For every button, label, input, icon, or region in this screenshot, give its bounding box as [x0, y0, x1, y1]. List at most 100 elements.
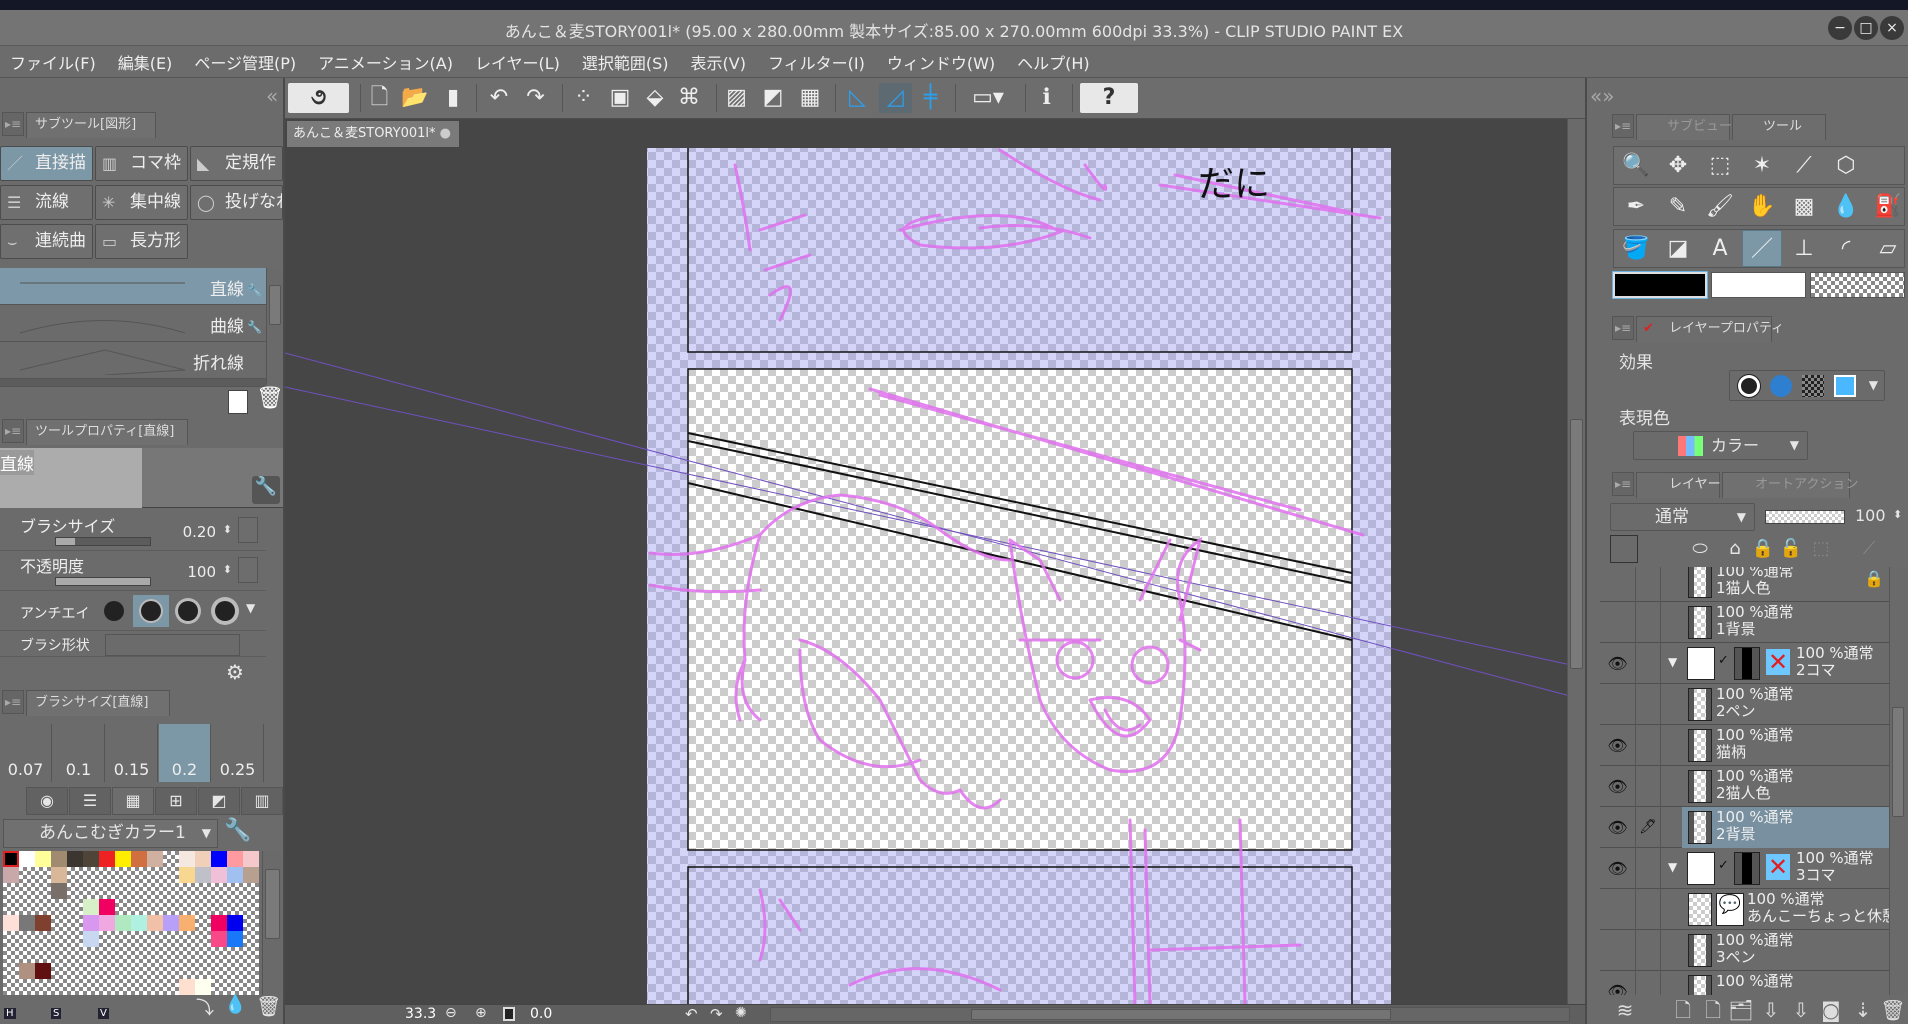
rotate-left-icon[interactable]: ↶ [685, 1005, 698, 1023]
panel-menu-icon[interactable]: ▸≡ [2, 419, 24, 443]
edit-target[interactable] [1636, 567, 1661, 602]
layer-opacity-value[interactable]: 100 [1855, 506, 1886, 525]
color-swatch[interactable] [211, 915, 227, 931]
visibility-toggle[interactable] [1600, 930, 1636, 971]
tab-color-wheel[interactable]: ◉ [26, 787, 68, 815]
tool-blend-icon[interactable]: ▩ [1784, 188, 1824, 225]
color-swatch[interactable] [83, 899, 99, 915]
color-swatch[interactable] [227, 915, 243, 931]
hsv-toggle-S[interactable]: S [51, 1008, 62, 1019]
delete-layer-icon[interactable]: 🗑 [1880, 997, 1906, 1023]
add-color-icon[interactable]: 💧 [224, 994, 246, 1015]
canvas-area[interactable]: だに [285, 119, 1585, 1004]
color-swatch[interactable] [163, 915, 179, 931]
edit-target[interactable] [1636, 684, 1661, 725]
scroll-thumb[interactable] [265, 869, 280, 939]
apply-mask-icon[interactable]: ⇣ [1850, 997, 1876, 1023]
canvas-vertical-scrollbar[interactable] [1567, 119, 1585, 1004]
subtool-item[interactable]: 曲線 🔧 [0, 305, 266, 342]
color-swatch[interactable] [115, 915, 131, 931]
clip-studio-icon[interactable]: ૭ [288, 83, 349, 113]
color-set-dropdown[interactable]: あんこむぎカラー1 ▼ [3, 819, 218, 848]
expand-triangle-icon[interactable]: ▼ [1668, 860, 1677, 874]
menu-item[interactable]: アニメーション(A) [318, 50, 453, 74]
tab-tool-property[interactable]: ツールプロパティ[直線] [26, 419, 188, 445]
tool-figure-icon[interactable]: ／ [1742, 230, 1782, 267]
show-area-icon[interactable]: ▨ [723, 83, 750, 113]
subtool-group-1[interactable]: ▥ コマ枠 [95, 146, 188, 181]
blend-mode-dropdown[interactable]: 通常 ▼ [1610, 503, 1755, 531]
reference-icon[interactable]: ⌂ [1722, 535, 1748, 563]
expand-panel-icon[interactable]: «» [1590, 84, 1614, 108]
transform-icon[interactable]: ⌘ [674, 83, 704, 113]
lock-icon[interactable]: 🔒 [1750, 535, 1776, 563]
ruler-link-icon[interactable]: ⟋ [1856, 535, 1882, 563]
settings-wrench-icon[interactable]: 🔧 [252, 476, 280, 504]
tool-operation-icon[interactable]: ⬡ [1826, 147, 1866, 184]
pressure-toggle[interactable] [238, 517, 258, 543]
info-icon[interactable]: ℹ [1032, 83, 1061, 113]
color-swatch[interactable] [179, 915, 195, 931]
save-icon[interactable]: ▮ [438, 83, 468, 113]
tab-color-slider[interactable]: ☰ [69, 787, 111, 815]
tab-subtool[interactable]: サブツール[図形] [26, 112, 156, 138]
color-swatch[interactable] [83, 915, 99, 931]
snap-to-special-ruler-icon[interactable]: ◿ [879, 83, 912, 113]
tool-text-icon[interactable]: A [1700, 230, 1740, 267]
color-swatch[interactable] [99, 915, 115, 931]
visibility-toggle[interactable]: 👁 [1600, 725, 1636, 766]
spin-icon[interactable]: ⬍ [223, 563, 232, 576]
color-swatch[interactable] [51, 867, 67, 883]
panel-menu-icon[interactable]: ▸≡ [1612, 114, 1634, 138]
brush-size-preset[interactable]: 0.25 [212, 724, 264, 782]
color-swatch[interactable] [227, 931, 243, 947]
grid-icon[interactable]: ▦ [796, 83, 824, 113]
color-swatch[interactable] [243, 851, 259, 867]
visibility-toggle[interactable] [1600, 567, 1636, 602]
color-swatch[interactable] [99, 851, 115, 867]
tab-brush-size[interactable]: ブラシサイズ[直線] [26, 690, 170, 716]
tab-intermediate-color[interactable]: ⊞ [155, 787, 197, 815]
menu-item[interactable]: 編集(E) [118, 50, 173, 74]
new-subtool-icon[interactable] [228, 390, 248, 414]
visibility-toggle[interactable]: 👁 [1600, 807, 1636, 848]
new-folder-icon[interactable]: 🗂 [1728, 997, 1754, 1023]
tool-fill-icon[interactable]: 🪣 [1616, 230, 1656, 267]
new-file-icon[interactable]: 🗋 [367, 83, 392, 113]
spin-icon[interactable]: ⬍ [223, 523, 232, 536]
visibility-toggle[interactable] [1600, 602, 1636, 643]
subtool-group-4[interactable]: ✳ 集中線 [95, 185, 188, 220]
brush-size-preset[interactable]: 0.1 [53, 724, 105, 782]
antialias-row[interactable]: アンチエイリアス ▼ [0, 591, 266, 631]
new-vector-layer-icon[interactable]: 🗋 [1700, 997, 1726, 1023]
menu-item[interactable]: ファイル(F) [10, 50, 96, 74]
color-swatch[interactable] [195, 979, 211, 995]
delete-color-icon[interactable]: 🗑 [256, 994, 281, 1018]
panel-menu-icon[interactable]: ▸≡ [2, 112, 24, 136]
color-swatch[interactable] [19, 851, 35, 867]
color-swatch[interactable] [67, 851, 83, 867]
color-swatch[interactable] [51, 851, 67, 867]
color-swatch[interactable] [19, 915, 35, 931]
antialias-option-3[interactable] [207, 595, 243, 627]
color-swatch[interactable] [19, 963, 35, 979]
layer-row[interactable]: 100 %通常 2ペン [1600, 684, 1890, 725]
spin-icon[interactable]: ⬍ [1893, 508, 1902, 521]
antialias-option-2[interactable] [170, 595, 206, 627]
canvas-horizontal-scrollbar[interactable] [770, 1007, 1570, 1022]
edit-target[interactable] [1636, 971, 1661, 995]
crop-icon[interactable]: ▣ [606, 83, 634, 113]
edit-target[interactable] [1636, 930, 1661, 971]
color-swatch[interactable] [131, 851, 147, 867]
visibility-toggle[interactable]: 👁 [1600, 766, 1636, 807]
tool-brush-icon[interactable]: 🖌 [1700, 188, 1740, 225]
edit-target[interactable] [1636, 602, 1661, 643]
color-swatch[interactable] [179, 851, 195, 867]
border-effect-icon[interactable] [1738, 375, 1760, 397]
lock-transparent-icon[interactable]: 🔓 [1778, 535, 1804, 563]
tool-auto-select-icon[interactable]: ✶ [1742, 147, 1782, 184]
panel-menu-icon[interactable]: ▸≡ [2, 690, 24, 714]
subtool-group-5[interactable]: ◯ 投げなわ [190, 185, 283, 220]
menu-item[interactable]: 表示(V) [691, 50, 746, 74]
brush-size-slider[interactable] [55, 537, 151, 546]
